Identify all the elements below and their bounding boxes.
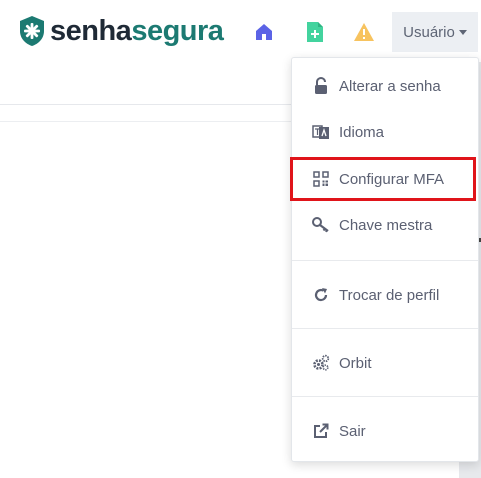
user-menu-button[interactable]: Usuário (392, 12, 478, 52)
menu-divider (292, 396, 478, 397)
key-icon (312, 216, 330, 234)
menu-item-label: Idioma (339, 123, 385, 141)
external-link-icon (312, 422, 330, 440)
unlock-icon (312, 77, 330, 95)
menu-divider (292, 260, 478, 261)
brand-logo[interactable]: senhasegura (18, 14, 224, 48)
content-divider (0, 104, 292, 105)
menu-item-label: Sair (339, 422, 366, 440)
content-divider-secondary (0, 121, 292, 122)
shield-logo-icon (20, 16, 44, 46)
user-dropdown-menu: Alterar a senha Idioma Configurar MFA Ch… (290, 57, 479, 462)
brand-name-part2: segura (131, 15, 224, 47)
menu-item-language[interactable]: Idioma (292, 112, 478, 152)
menu-item-change-password[interactable]: Alterar a senha (292, 66, 478, 106)
menu-item-label: Trocar de perfil (339, 286, 440, 304)
gears-icon (312, 354, 330, 372)
menu-item-switch-profile[interactable]: Trocar de perfil (292, 275, 478, 315)
menu-item-label: Alterar a senha (339, 77, 441, 95)
menu-item-logout[interactable]: Sair (292, 411, 478, 451)
user-menu-label: Usuário (403, 23, 455, 41)
language-icon (312, 123, 330, 141)
caret-down-icon (458, 29, 467, 35)
brand-name-part1: senha (50, 15, 132, 47)
warning-icon[interactable] (352, 20, 376, 44)
menu-item-master-key[interactable]: Chave mestra (292, 205, 478, 245)
home-icon[interactable] (252, 20, 276, 44)
menu-item-orbit[interactable]: Orbit (292, 343, 478, 383)
highlight-box (290, 157, 476, 201)
menu-item-label: Chave mestra (339, 216, 433, 234)
menu-item-label: Orbit (339, 354, 372, 372)
brand-name: senhasegura (50, 14, 224, 48)
new-document-icon[interactable] (303, 20, 327, 44)
refresh-icon (312, 286, 330, 304)
menu-divider (292, 328, 478, 329)
top-navbar: senhasegura Usuário (0, 0, 481, 62)
